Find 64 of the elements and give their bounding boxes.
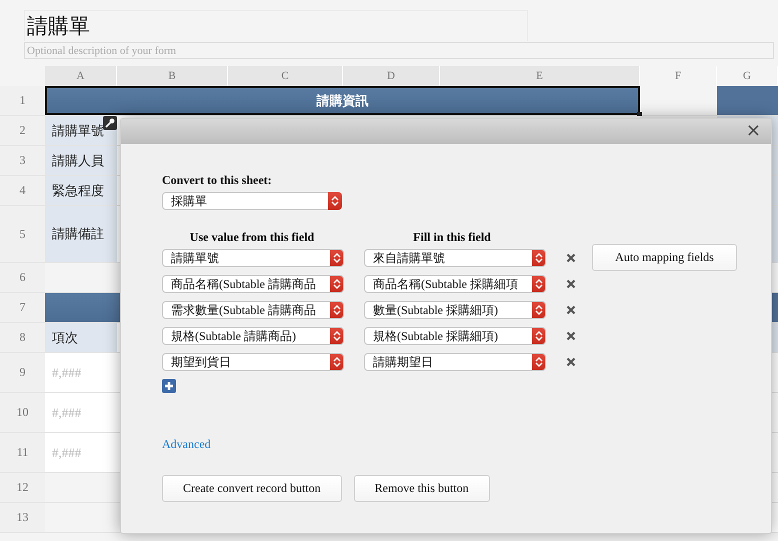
spinner-icon: [330, 328, 343, 344]
spinner-icon: [532, 354, 545, 370]
target-field-select[interactable]: 來自請購單號: [364, 249, 546, 267]
row-number: 12: [0, 473, 45, 502]
target-field-select[interactable]: 數量(Subtable 採購細項): [364, 301, 546, 319]
row-number: 13: [0, 503, 45, 532]
column-heading: Fill in this field: [412, 230, 492, 245]
table-cell[interactable]: 請購人員: [45, 146, 117, 175]
target-field-select[interactable]: 請購期望日: [364, 353, 546, 371]
source-field-select[interactable]: 請購單號: [162, 249, 344, 267]
dialog-button[interactable]: Remove this button: [354, 475, 490, 502]
row-number: 8: [0, 323, 45, 352]
description-field[interactable]: Optional description of your form: [24, 42, 774, 59]
column-header[interactable]: A: [45, 66, 117, 86]
column-heading: Use value from this field: [188, 230, 316, 245]
close-button[interactable]: ×: [744, 122, 763, 140]
source-field-select[interactable]: 期望到貨日: [162, 353, 344, 371]
advanced-link[interactable]: Advanced: [162, 437, 211, 452]
table-cell[interactable]: 請購備註: [45, 206, 117, 262]
row-number: 9: [0, 353, 45, 392]
spinner-icon: [532, 250, 545, 266]
table-cell[interactable]: 請購單號: [45, 116, 117, 145]
sheet-label: Convert to this sheet:: [162, 173, 273, 188]
column-header[interactable]: D: [343, 66, 440, 86]
target-field-select[interactable]: 規格(Subtable 採購細項): [364, 327, 546, 345]
spinner-icon: [330, 276, 343, 292]
column-header[interactable]: B: [117, 66, 228, 86]
auto-mapping-button[interactable]: Auto mapping fields: [592, 244, 737, 271]
spinner-icon: [328, 192, 342, 210]
table-cell[interactable]: 緊急程度: [45, 176, 117, 205]
column-header[interactable]: E: [440, 66, 640, 86]
spinner-icon: [330, 302, 343, 318]
sheet-select[interactable]: 採購單: [162, 192, 342, 210]
remove-icon[interactable]: [566, 357, 576, 367]
add-icon[interactable]: [162, 379, 176, 393]
row-number: 7: [0, 293, 45, 322]
key-icon[interactable]: [103, 116, 117, 130]
spinner-icon: [532, 328, 545, 344]
row-number: 10: [0, 393, 45, 432]
row-number: 1: [0, 86, 45, 115]
spinner-icon: [330, 354, 343, 370]
dialog-button[interactable]: Create convert record button: [162, 475, 342, 502]
row-number: 2: [0, 116, 45, 145]
spinner-icon: [532, 276, 545, 292]
column-header[interactable]: C: [228, 66, 343, 86]
source-field-select[interactable]: 商品名稱(Subtable 請購商品: [162, 275, 344, 293]
remove-icon[interactable]: [566, 279, 576, 289]
source-field-select[interactable]: 需求數量(Subtable 請購商品: [162, 301, 344, 319]
section-header-cell[interactable]: 請購資訊: [45, 86, 640, 115]
row-number: 6: [0, 263, 45, 292]
source-field-select[interactable]: 規格(Subtable 請購商品): [162, 327, 344, 345]
remove-icon[interactable]: [566, 331, 576, 341]
spinner-icon: [330, 250, 343, 266]
row-number: 11: [0, 433, 45, 472]
remove-icon[interactable]: [566, 305, 576, 315]
target-field-select[interactable]: 商品名稱(Subtable 採購細項: [364, 275, 546, 293]
row-number: 4: [0, 176, 45, 205]
row-number: 5: [0, 206, 45, 262]
form-title[interactable]: 請購單: [24, 10, 528, 41]
spinner-icon: [532, 302, 545, 318]
table-cell[interactable]: 項次: [45, 323, 117, 352]
remove-icon[interactable]: [566, 253, 576, 263]
section-header-cell[interactable]: [717, 86, 778, 115]
row-number: 3: [0, 146, 45, 175]
